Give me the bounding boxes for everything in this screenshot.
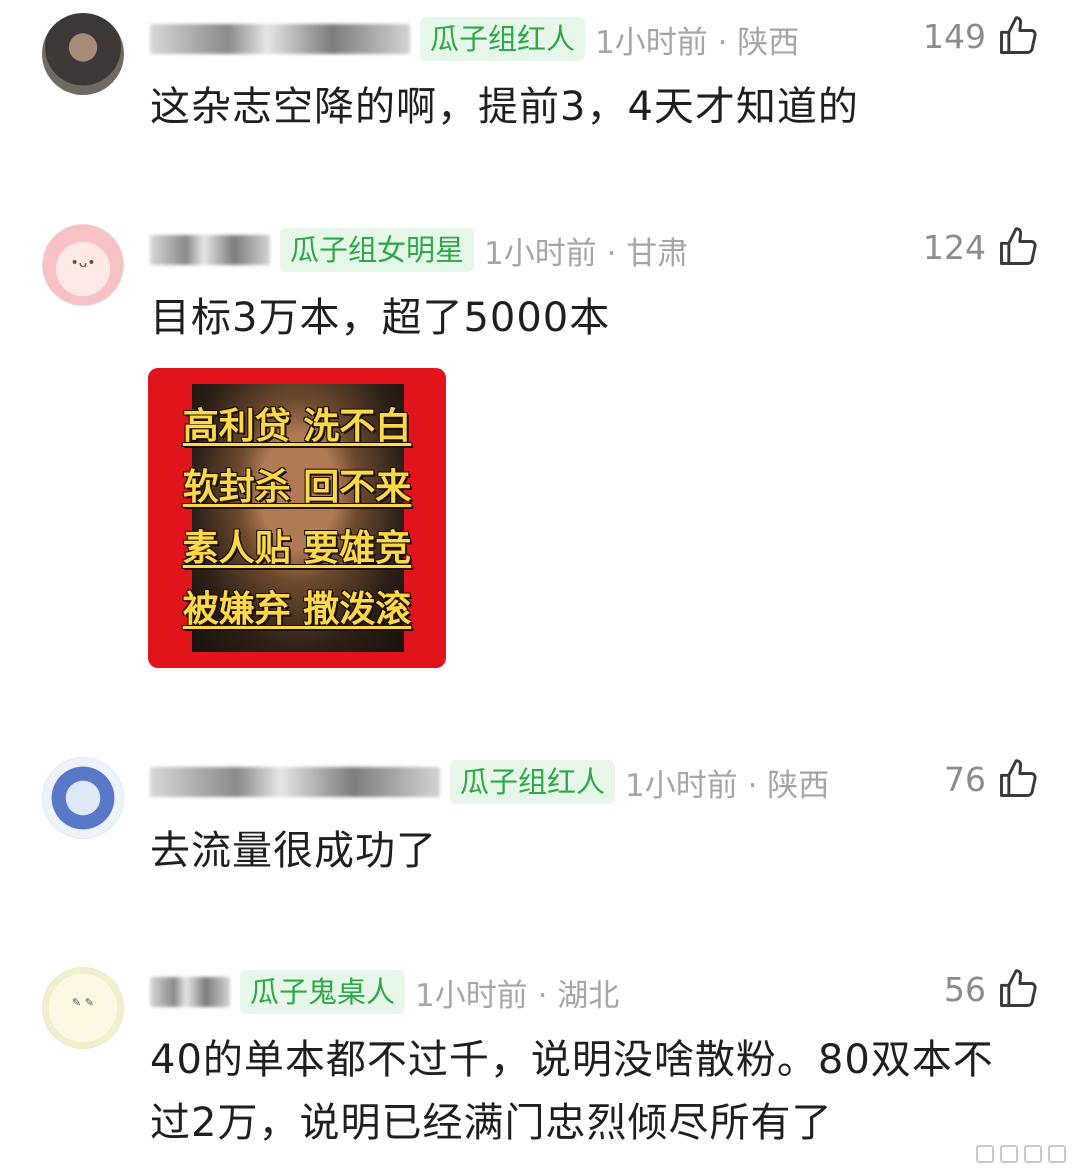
face-icon: •ᴗ• bbox=[70, 255, 96, 271]
like-count: 124 bbox=[923, 227, 986, 267]
watermark-cell bbox=[976, 1145, 994, 1163]
watermark-cell bbox=[1048, 1145, 1066, 1163]
comment-text: 这杂志空降的啊，提前3，4天才知道的 bbox=[150, 84, 859, 130]
like-count: 149 bbox=[923, 16, 986, 56]
comment-header: 瓜子组红人 1小时前 · 陕西 bbox=[150, 14, 799, 64]
time-location: 1小时前 · 陕西 bbox=[625, 767, 830, 804]
time-location: 1小时前 · 陕西 bbox=[595, 24, 800, 61]
thumbs-up-icon bbox=[996, 967, 1040, 1011]
meme-caption: 高利贷 洗不白 软封杀 回不来 素人贴 要雄竞 被嫌弃 撒泼滚 bbox=[148, 396, 446, 640]
like-button[interactable]: 124 bbox=[923, 225, 1040, 269]
avatar[interactable] bbox=[42, 13, 124, 95]
like-count: 76 bbox=[944, 759, 986, 799]
comment-header: 瓜子鬼桌人 1小时前 · 湖北 bbox=[150, 967, 619, 1017]
comment-image[interactable]: 高利贷 洗不白 软封杀 回不来 素人贴 要雄竞 被嫌弃 撒泼滚 bbox=[148, 368, 446, 668]
like-count: 56 bbox=[944, 969, 986, 1009]
like-button[interactable]: 149 bbox=[923, 14, 1040, 58]
like-button[interactable]: 56 bbox=[944, 967, 1040, 1011]
comment-text: 40的单本都不过千，说明没啥散粉。80双本不过2万，说明已经满门忠烈倾尽所有了 bbox=[150, 1037, 994, 1146]
thumbs-up-icon bbox=[996, 225, 1040, 269]
avatar[interactable]: •ᴗ• bbox=[42, 224, 124, 306]
time-location: 1小时前 · 甘肃 bbox=[484, 235, 689, 272]
user-badge: 瓜子组红人 bbox=[420, 17, 586, 61]
comment-text: 去流量很成功了 bbox=[150, 828, 437, 874]
avatar[interactable] bbox=[42, 757, 124, 839]
watermark-cell bbox=[1024, 1145, 1042, 1163]
meme-line: 素人贴 要雄竞 bbox=[182, 528, 412, 569]
user-badge: 瓜子鬼桌人 bbox=[240, 970, 406, 1014]
avatar[interactable]: ✎ ✎ bbox=[42, 967, 124, 1049]
sketch-icon: ✎ ✎ bbox=[72, 996, 94, 1009]
comment-text: 目标3万本，超了5000本 bbox=[150, 295, 611, 341]
like-button[interactable]: 76 bbox=[944, 757, 1040, 801]
time-location: 1小时前 · 湖北 bbox=[415, 977, 620, 1014]
watermark-cell bbox=[1000, 1145, 1018, 1163]
weibo-watermark-icon bbox=[976, 1145, 1066, 1163]
meme-line: 高利贷 洗不白 bbox=[182, 406, 412, 447]
comment-header: 瓜子组女明星 1小时前 · 甘肃 bbox=[150, 225, 688, 275]
thumbs-up-icon bbox=[996, 14, 1040, 58]
user-badge: 瓜子组女明星 bbox=[280, 228, 475, 272]
username-blurred[interactable] bbox=[150, 767, 440, 797]
comment-header: 瓜子组红人 1小时前 · 陕西 bbox=[150, 757, 829, 807]
meme-line: 被嫌弃 撒泼滚 bbox=[182, 589, 412, 630]
username-blurred[interactable] bbox=[150, 24, 410, 54]
username-blurred[interactable] bbox=[150, 977, 230, 1007]
thumbs-up-icon bbox=[996, 757, 1040, 801]
meme-line: 软封杀 回不来 bbox=[182, 467, 412, 508]
user-badge: 瓜子组红人 bbox=[450, 760, 616, 804]
username-blurred[interactable] bbox=[150, 235, 270, 265]
